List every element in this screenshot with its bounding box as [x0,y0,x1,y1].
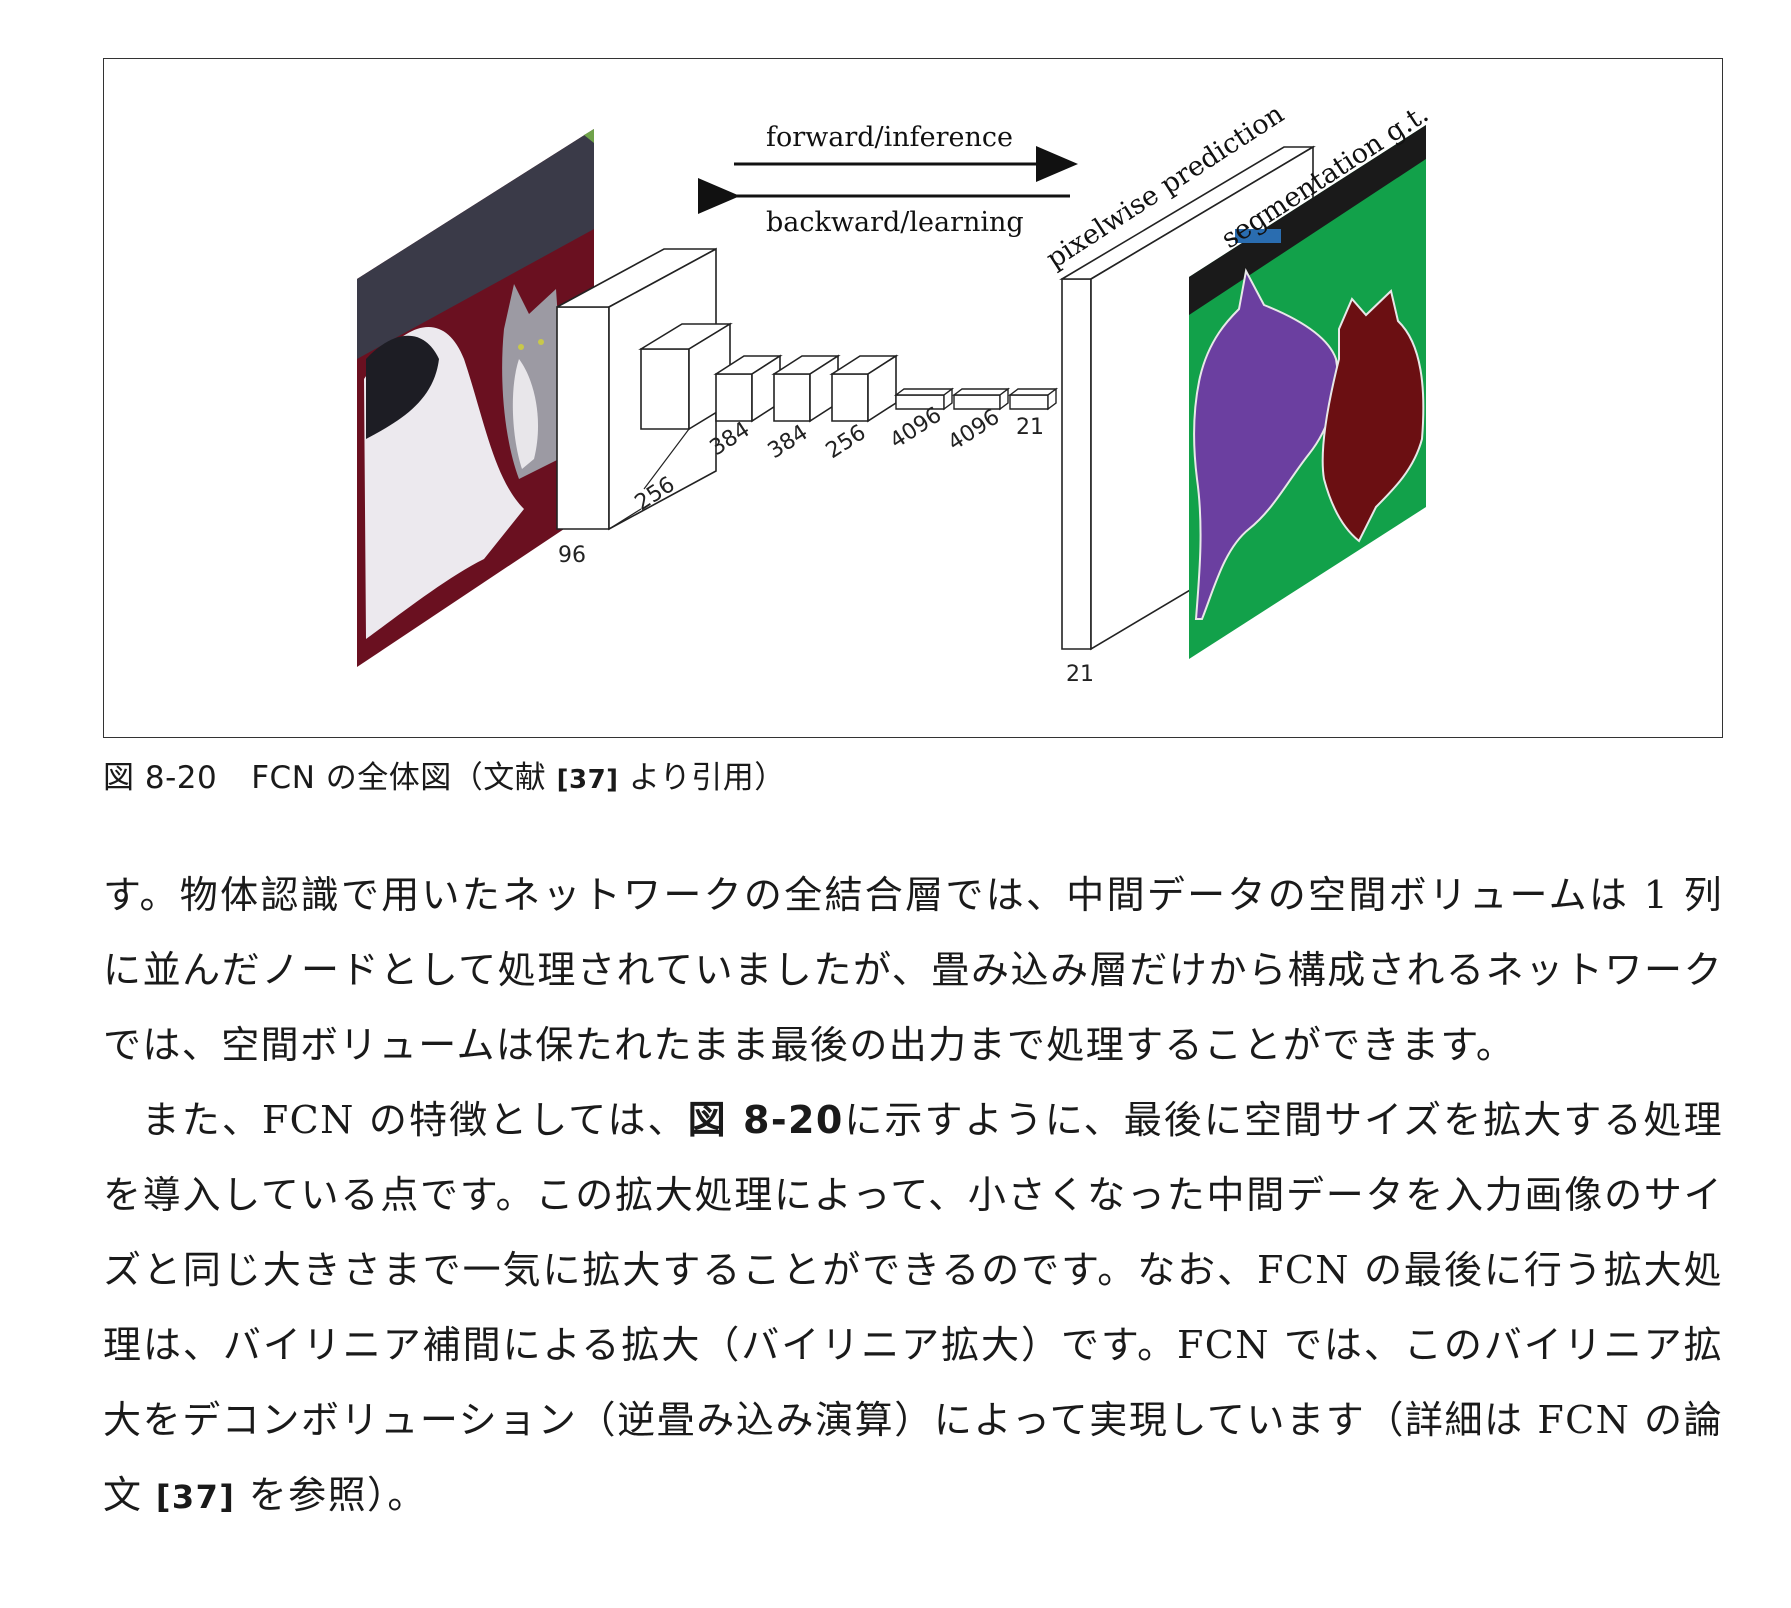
paragraph-2-part-c: を参照）。 [248,1473,427,1517]
fcn-diagram: forward/inference backward/learning pixe… [357,98,1434,687]
paragraph-1: す。物体認識で用いたネットワークの全結合層では、中間データの空間ボリュームは 1… [103,873,1723,1067]
paragraph-2: また、FCN の特徴としては、図 8-20に示すように、最後に空間サイズを拡大す… [103,1083,1723,1535]
caption-title: FCN の全体図（文献 [251,760,547,796]
layer-label-256-b: 256 [822,420,871,464]
body-text: す。物体認識で用いたネットワークの全結合層では、中間データの空間ボリュームは 1… [103,858,1723,1535]
caption-ref: [37] [556,765,619,795]
conv-block-384-b [771,354,841,423]
backward-label: backward/learning [766,207,1024,238]
fc-block-4096-a [893,387,955,411]
figure-reference-link[interactable]: 図 8-20 [688,1098,844,1142]
figure-caption: 図 8-20 FCN の全体図（文献 [37] より引用） [103,752,786,797]
layer-label-96: 96 [558,543,586,568]
layer-label-4096-a: 4096 [886,403,947,454]
layer-label-384-b: 384 [764,420,813,464]
conv-block-256-b [829,354,899,423]
paragraph-2-part-a: また、FCN の特徴としては、 [141,1098,688,1142]
fc-block-21 [1007,387,1059,411]
fc-block-4096-b [951,387,1011,411]
layer-label-21: 21 [1016,415,1044,440]
caption-suffix: より引用） [628,760,786,796]
caption-number: 図 8-20 [103,760,218,796]
forward-label: forward/inference [766,122,1013,153]
layer-label-21-out: 21 [1066,662,1094,687]
citation-reference[interactable]: [37] [156,1478,235,1516]
paragraph-2-part-b: に示すように、最後に空間サイズを拡大する処理を導入している点です。この拡大処理に… [103,1098,1723,1517]
figure-frame: forward/inference backward/learning pixe… [103,58,1723,738]
layer-label-4096-b: 4096 [944,405,1005,456]
